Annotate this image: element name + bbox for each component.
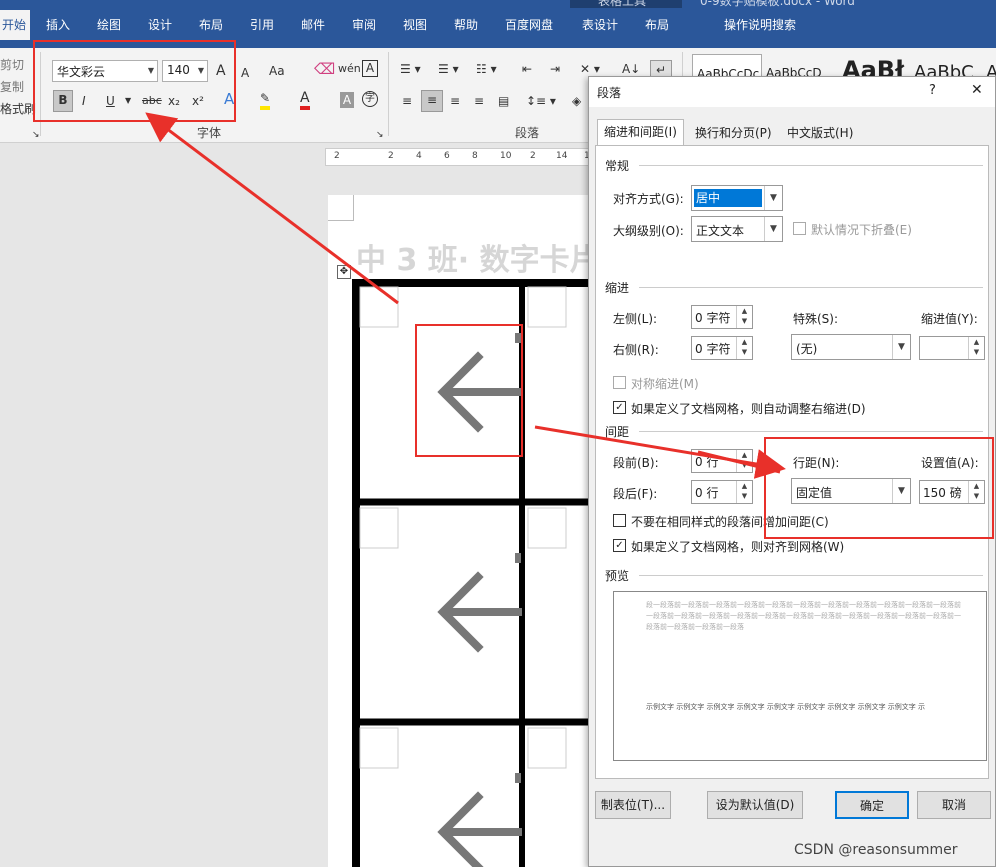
annotation-arrows: [145, 112, 786, 479]
watermark: CSDN @reasonsummer: [794, 842, 958, 858]
